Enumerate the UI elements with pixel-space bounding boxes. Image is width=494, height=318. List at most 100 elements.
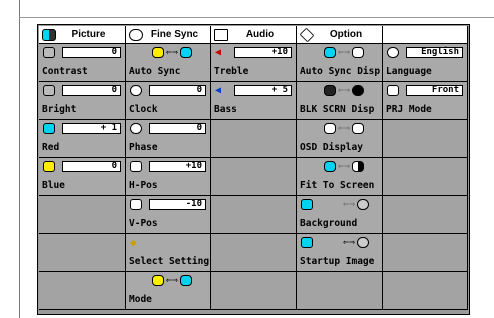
prj-mode-cell[interactable]: Front PRJ Mode xyxy=(383,82,468,120)
mode-toggle[interactable]: ⇐⇒ xyxy=(152,275,193,286)
mode-cell[interactable]: ⇐⇒ Mode xyxy=(126,272,211,310)
arrow-icon: ⇐⇒ xyxy=(338,160,351,172)
auto-sync-disp-cell[interactable]: ⇐⇒ Auto Sync Disp xyxy=(297,44,383,82)
contrast-label: Contrast xyxy=(42,66,88,77)
blue-icon xyxy=(43,161,55,172)
clock-cell[interactable]: 0 Clock xyxy=(126,82,211,120)
auto-sync-cell[interactable]: ⇐⇒ Auto Sync xyxy=(126,44,211,82)
bright-value: 0 xyxy=(62,85,121,96)
auto-sync-toggle[interactable]: ⇐⇒ xyxy=(152,46,193,58)
phase-label: Phase xyxy=(129,142,158,153)
bright-cell[interactable]: 0 Bright xyxy=(39,82,126,120)
language-cell[interactable]: English Language xyxy=(383,44,468,82)
tab-label: Audio xyxy=(245,29,275,40)
empty-cell xyxy=(383,234,468,272)
red-label: Red xyxy=(42,142,60,153)
startup-image-toggle[interactable]: ⇐⇒ xyxy=(343,236,370,248)
background-icon xyxy=(301,199,313,210)
osd-display-label: OSD Display xyxy=(300,142,363,153)
osd-display-toggle[interactable]: ⇐⇒ xyxy=(324,122,365,134)
arrow-icon: ⇐⇒ xyxy=(338,84,351,96)
treble-cell[interactable]: ◀ +10 Treble xyxy=(211,44,297,82)
speaker-icon xyxy=(214,28,228,41)
background-toggle[interactable]: ⇐⇒ xyxy=(343,198,370,210)
empty-cell xyxy=(39,234,126,272)
page-left-rule xyxy=(19,0,20,318)
fit-icon xyxy=(352,161,365,172)
fit-to-screen-toggle[interactable]: ⇐⇒ xyxy=(324,160,365,172)
auto-sync-disp-toggle[interactable]: ⇐⇒ xyxy=(324,46,365,58)
yellow-bulb-icon xyxy=(152,47,164,58)
v-pos-value: -10 xyxy=(149,199,206,210)
bass-value: + 5 xyxy=(234,85,292,96)
contrast-cell[interactable]: 0 Contrast xyxy=(39,44,126,82)
empty-cell xyxy=(383,196,468,234)
page-top-rule xyxy=(19,17,494,18)
display-icon xyxy=(352,47,365,58)
contrast-value: 0 xyxy=(62,47,121,58)
osd-on-icon xyxy=(324,123,336,134)
bass-cell[interactable]: ◀ + 5 Bass xyxy=(211,82,297,120)
osd-off-icon xyxy=(352,123,365,134)
background-cell[interactable]: ⇐⇒ Background xyxy=(297,196,383,234)
black-bulb-icon xyxy=(352,85,365,96)
v-pos-label: V-Pos xyxy=(129,218,158,229)
phase-value: 0 xyxy=(149,123,206,134)
red-cell[interactable]: + 1 Red xyxy=(39,120,126,158)
blue-cell[interactable]: 0 Blue xyxy=(39,158,126,196)
startup-image-label: Startup Image xyxy=(300,256,375,267)
blue-value: 0 xyxy=(62,161,121,172)
empty-cell xyxy=(383,158,468,196)
arrow-icon: ⇐⇒ xyxy=(343,236,356,248)
fit-to-screen-cell[interactable]: ⇐⇒ Fit To Screen xyxy=(297,158,383,196)
bright-label: Bright xyxy=(42,104,77,115)
tab-label: Picture xyxy=(71,29,106,40)
startup-image-cell[interactable]: ⇐⇒ Startup Image xyxy=(297,234,383,272)
blank-screen-icon xyxy=(324,85,336,96)
select-setting-cell[interactable]: ◆ Select Setting xyxy=(126,234,211,272)
blk-scrn-disp-label: BLK SCRN Disp xyxy=(300,104,375,115)
tab-picture[interactable]: Picture xyxy=(39,26,126,44)
empty-cell xyxy=(211,196,297,234)
clock-value: 0 xyxy=(149,85,206,96)
speech-bubble-icon xyxy=(387,47,399,58)
projector-icon xyxy=(387,85,399,96)
osd-display-cell[interactable]: ⇐⇒ OSD Display xyxy=(297,120,383,158)
cyan-bulb-icon xyxy=(324,161,336,172)
phase-icon xyxy=(130,123,142,134)
v-pos-cell[interactable]: -10 V-Pos xyxy=(126,196,211,234)
language-label: Language xyxy=(386,66,432,77)
treble-label: Treble xyxy=(214,66,249,77)
arrow-icon: ⇐⇒ xyxy=(166,46,179,58)
arrow-icon: ⇐⇒ xyxy=(343,198,356,210)
blk-scrn-disp-cell[interactable]: ⇐⇒ BLK SCRN Disp xyxy=(297,82,383,120)
select-setting-label: Select Setting xyxy=(129,256,210,267)
tab-option[interactable]: Option xyxy=(297,26,383,44)
speaker-icon: ◀ xyxy=(215,85,222,96)
phase-cell[interactable]: 0 Phase xyxy=(126,120,211,158)
fit-to-screen-label: Fit To Screen xyxy=(300,180,375,191)
yellow-bulb-icon xyxy=(152,275,164,286)
arrow-icon: ⇐⇒ xyxy=(338,122,351,134)
brightness-icon xyxy=(43,85,55,96)
mode-label: Mode xyxy=(129,294,152,305)
menu-table: Picture Fine Sync Audio Option 0 Contras… xyxy=(37,24,470,315)
empty-cell xyxy=(383,272,468,310)
h-pos-value: +10 xyxy=(149,161,206,172)
h-pos-cell[interactable]: +10 H-Pos xyxy=(126,158,211,196)
option-icon xyxy=(299,27,315,42)
gray-bulb-icon xyxy=(357,237,370,248)
picture-icon xyxy=(42,28,56,41)
empty-cell xyxy=(39,196,126,234)
tab-fine-sync[interactable]: Fine Sync xyxy=(126,26,211,44)
red-icon xyxy=(43,123,55,134)
cyan-bulb-icon xyxy=(324,47,336,58)
empty-cell xyxy=(211,158,297,196)
prj-mode-value: Front xyxy=(406,85,463,96)
blk-scrn-disp-toggle[interactable]: ⇐⇒ xyxy=(324,84,365,96)
prj-mode-label: PRJ Mode xyxy=(386,104,432,115)
tab-audio[interactable]: Audio xyxy=(211,26,297,44)
bass-label: Bass xyxy=(214,104,237,115)
arrow-icon: ⇐⇒ xyxy=(338,46,351,58)
clock-label: Clock xyxy=(129,104,158,115)
